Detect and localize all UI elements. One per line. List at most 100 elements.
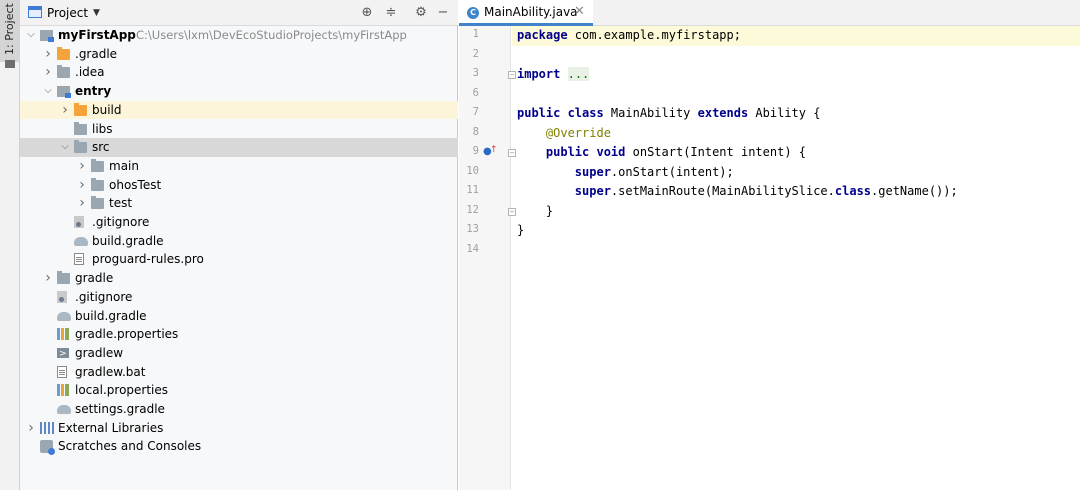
tree-item[interactable]: › build [20, 100, 458, 120]
gear-icon[interactable]: ⚙ [412, 4, 430, 22]
code-token: extends [697, 106, 749, 120]
code-token: public class [517, 106, 604, 120]
code-line[interactable]: super.setMainRoute(MainAbilitySlice.clas… [512, 182, 1080, 202]
tree-item[interactable]: build.gradle [20, 232, 458, 251]
file-doc-icon [57, 365, 67, 378]
code-line[interactable]: } [512, 202, 1080, 222]
code-token: super [574, 184, 611, 198]
code-line[interactable]: super.onStart(intent); [512, 163, 1080, 183]
overrides-method-icon[interactable]: ↑ [490, 145, 498, 155]
editor-tab-mainability[interactable]: C MainAbility.java ✕ [459, 0, 593, 26]
line-number: 1 [472, 28, 479, 40]
line-number: 8 [472, 125, 479, 138]
close-icon[interactable]: ✕ [574, 4, 585, 19]
locate-target-icon[interactable]: ⊕ [358, 4, 376, 22]
chevron-down-icon[interactable]: ⌵ [43, 82, 53, 101]
code-token: } [517, 223, 525, 237]
folder-gray-icon [74, 121, 87, 135]
tree-item[interactable]: › test [20, 194, 458, 213]
code-token: package [517, 28, 568, 42]
code-line[interactable]: import ... [512, 65, 1080, 85]
tree-item-label: .gradle [75, 46, 118, 61]
tree-item[interactable]: gradlew.bat [20, 363, 458, 382]
tree-item-label: myFirstApp [58, 28, 136, 42]
tree-item[interactable]: › main [20, 157, 458, 176]
scratch-icon-icon [40, 440, 55, 456]
line-number: 10 [466, 164, 479, 177]
collapse-all-icon[interactable]: ≑ [382, 4, 400, 22]
project-panel-header: Project ▼ ⊕ ≑ ⚙ − [20, 0, 458, 26]
tree-item[interactable]: ⌵ entry [20, 82, 458, 101]
tree-item[interactable]: build.gradle [20, 307, 458, 326]
tree-item[interactable]: ⌵ myFirstApp C:\Users\lxm\DevEcoStudioProj… [20, 26, 458, 45]
editor-gutter[interactable]: 1 2 3 6 7 8 9 10 11 12 13 14 ● ↑ − − − [459, 26, 516, 490]
code-editor: C MainAbility.java ✕ 1 2 3 6 7 8 9 10 11 12 13 14 ● ↑… [459, 0, 1080, 490]
code-line[interactable]: public class MainAbility extends Ability… [512, 104, 1080, 124]
chevron-down-icon[interactable]: ⌵ [26, 26, 36, 45]
tree-item[interactable]: › External Libraries [20, 419, 458, 438]
folder-gray-icon [57, 65, 70, 79]
tool-window-strip: 1: Project [0, 0, 20, 490]
tree-item[interactable]: › ohosTest [20, 176, 458, 195]
file-gradle-icon [57, 311, 71, 321]
chevron-down-icon[interactable]: ⌵ [60, 138, 70, 157]
tree-item[interactable]: gradlew [20, 344, 458, 364]
chevron-right-icon[interactable]: › [60, 101, 70, 120]
tree-item-label: settings.gradle [75, 402, 165, 416]
hide-panel-icon[interactable]: − [434, 4, 452, 22]
chevron-right-icon[interactable]: › [77, 157, 87, 176]
tree-item[interactable]: › gradle [20, 269, 458, 288]
code-token: @Override [545, 125, 611, 140]
tree-item-label: ohosTest [109, 177, 162, 192]
code-token: Ability { [748, 106, 821, 120]
line-number: 6 [472, 86, 479, 99]
tree-item[interactable]: libs [20, 120, 458, 139]
tree-item[interactable]: Scratches and Consoles [20, 437, 458, 456]
chevron-down-icon[interactable]: ▼ [93, 8, 100, 18]
code-token: ... [567, 67, 590, 81]
code-token: } [517, 203, 554, 218]
code-line[interactable] [512, 85, 1080, 105]
tree-item[interactable]: ⌵ src [20, 138, 458, 157]
code-token: .setMainRoute(MainAbilitySlice. [610, 184, 835, 198]
file-git-icon [74, 216, 84, 228]
chevron-right-icon[interactable]: › [77, 176, 87, 195]
tree-item-label: gradle.properties [75, 327, 179, 342]
file-props-icon [57, 384, 69, 397]
chevron-right-icon[interactable]: › [43, 269, 53, 288]
tree-item[interactable]: gradle.properties [20, 325, 458, 344]
tree-item[interactable]: settings.gradle [20, 400, 458, 419]
tree-item-label: Scratches and Consoles [58, 439, 202, 454]
code-line[interactable]: } [512, 221, 1080, 241]
chevron-right-icon[interactable]: › [26, 419, 36, 438]
project-tool-tab[interactable]: 1: Project [0, 0, 20, 62]
chevron-right-icon[interactable]: › [77, 194, 87, 213]
code-token: class [834, 184, 872, 198]
project-view-selector[interactable]: Project [47, 6, 88, 20]
libs-icon-icon [40, 421, 54, 434]
code-line[interactable]: @Override [512, 124, 1080, 144]
code-token: import [517, 67, 561, 81]
code-line[interactable]: package com.example.myfirstapp; [512, 26, 1080, 46]
tree-item-label: local.properties [75, 383, 169, 398]
folder-gray-icon [91, 196, 104, 210]
code-line[interactable]: public void onStart(Intent intent) { [512, 143, 1080, 163]
tree-item-label: build [92, 102, 122, 117]
code-line[interactable] [512, 46, 1080, 66]
code-line[interactable] [512, 241, 1080, 261]
tree-item-label: gradlew [75, 345, 124, 360]
project-tool-tab-label: 1: Project [3, 3, 16, 55]
tree-item[interactable]: .gitignore [20, 213, 458, 232]
folder-orange-icon [74, 102, 87, 116]
structure-icon[interactable] [5, 60, 15, 68]
folder-gray-icon [74, 140, 87, 154]
tree-item[interactable]: › .gradle [20, 45, 458, 64]
tree-item[interactable]: local.properties [20, 381, 458, 400]
chevron-right-icon[interactable]: › [43, 63, 53, 82]
chevron-right-icon[interactable]: › [43, 45, 53, 64]
tree-item[interactable]: proguard-rules.pro [20, 250, 458, 269]
tree-item[interactable]: › .idea [20, 63, 458, 82]
file-gradle-icon [57, 405, 71, 414]
tree-item[interactable]: .gitignore [20, 288, 458, 307]
